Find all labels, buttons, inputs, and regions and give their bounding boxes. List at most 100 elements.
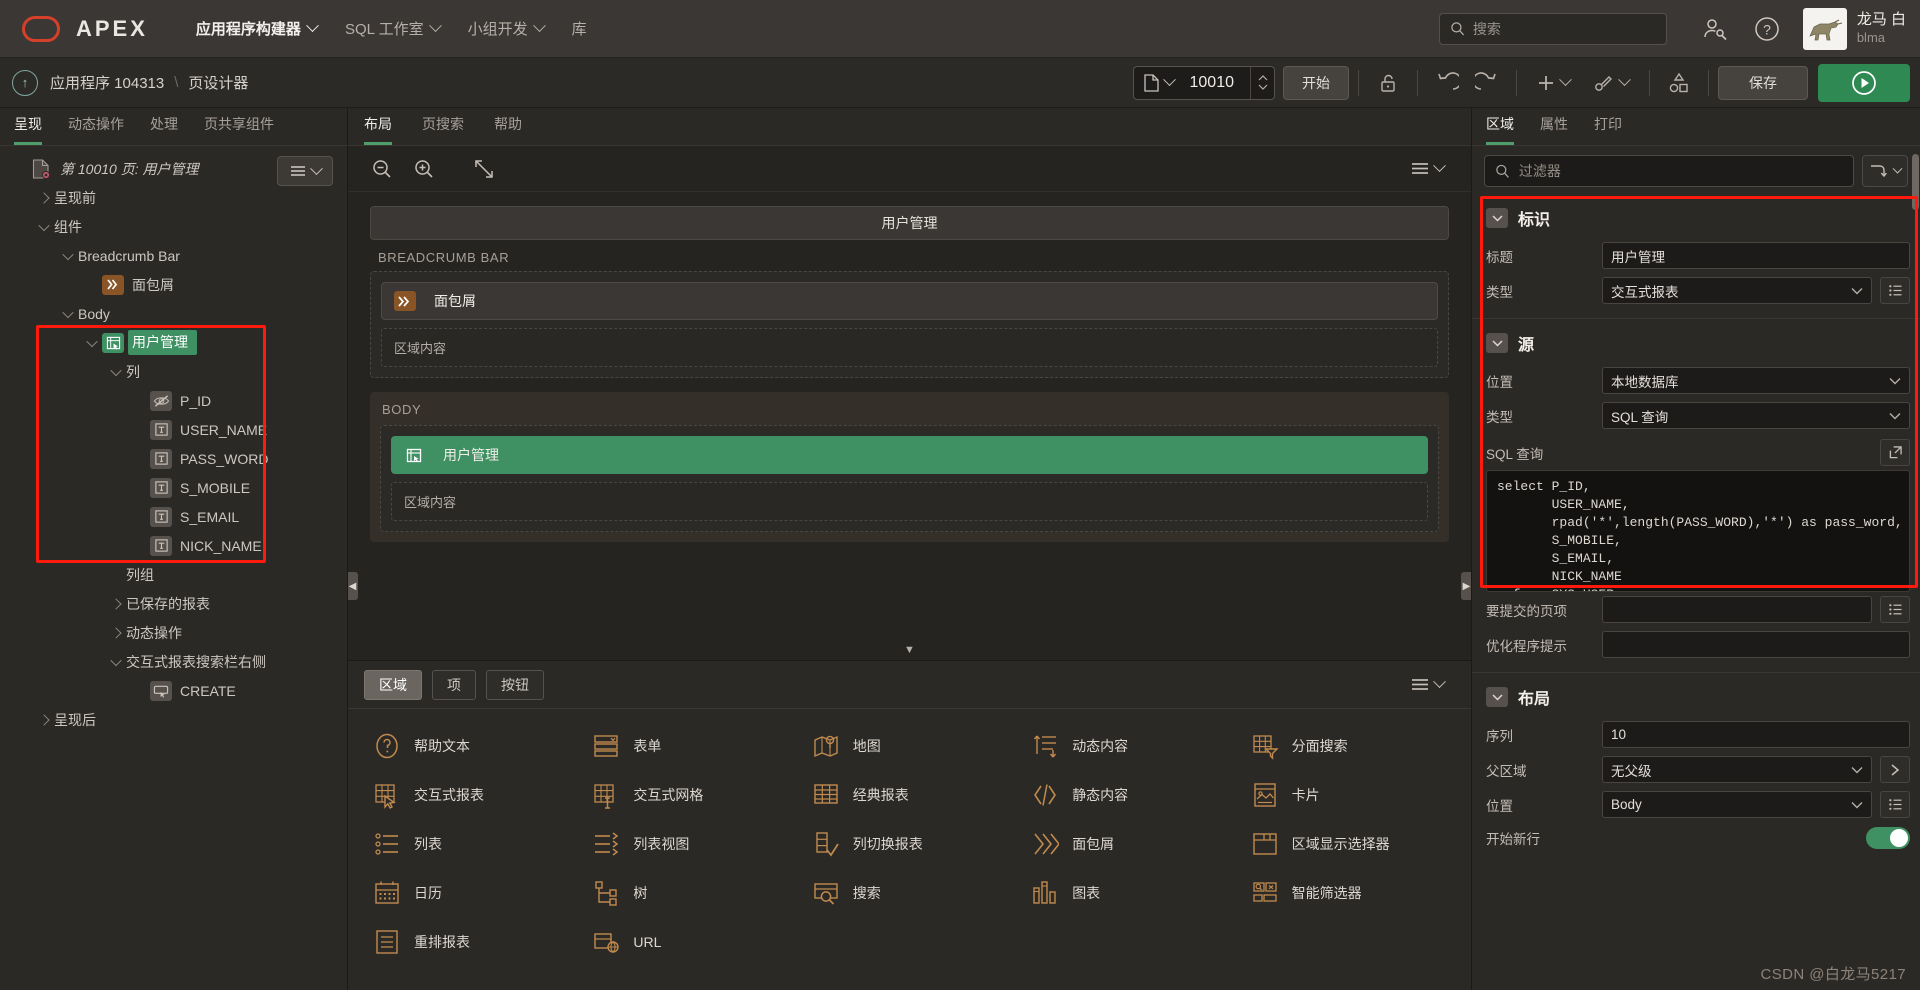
gallery-item[interactable]: 区域显示选择器 <box>1242 819 1455 868</box>
page-number-stepper[interactable] <box>1250 66 1274 99</box>
start-button[interactable]: 开始 <box>1283 65 1349 100</box>
gallery-item[interactable]: 交互式网格 <box>583 770 796 819</box>
run-button[interactable] <box>1818 63 1910 102</box>
breadcrumb-application[interactable]: 应用程序 104313 <box>50 72 164 93</box>
tree-item[interactable]: 动态操作 <box>0 618 347 647</box>
tab-region[interactable]: 区域 <box>1486 114 1514 145</box>
tree-toggle-open-icon[interactable] <box>34 223 54 231</box>
undo-icon[interactable] <box>1427 65 1467 101</box>
gallery-item[interactable]: 动态内容 <box>1022 721 1235 770</box>
property-filter-input[interactable] <box>1518 163 1843 179</box>
tab-help[interactable]: 帮助 <box>494 114 522 145</box>
tree-toggle-open-icon[interactable] <box>106 658 126 666</box>
gallery-item[interactable]: 列表视图 <box>583 819 796 868</box>
gallery-item[interactable]: 列表 <box>364 819 577 868</box>
gallery-tab-items[interactable]: 项 <box>432 669 476 700</box>
tree-item[interactable]: S_MOBILE <box>0 473 347 502</box>
gallery-menu-button[interactable] <box>1399 669 1455 701</box>
gallery-item[interactable]: 帮助文本 <box>364 721 577 770</box>
property-goto-button[interactable] <box>1880 756 1910 783</box>
nav-item-app-builder[interactable]: 应用程序构建器 <box>182 10 331 47</box>
tree-item[interactable]: 已保存的报表 <box>0 589 347 618</box>
tree-item[interactable]: 面包屑 <box>0 270 347 299</box>
breadcrumb-page-designer[interactable]: 页设计器 <box>188 72 248 93</box>
tree-item[interactable]: NICK_NAME <box>0 531 347 560</box>
tree-toggle-open-icon[interactable] <box>58 252 78 260</box>
gallery-item[interactable]: 卡片 <box>1242 770 1455 819</box>
tab-print[interactable]: 打印 <box>1594 114 1622 145</box>
gallery-item[interactable]: 地图 <box>803 721 1016 770</box>
page-icon-dropdown[interactable] <box>1134 67 1184 99</box>
property-list[interactable]: 标识 标题 用户管理 类型 交互式报表源位置 本地数据库 类型 SQL 查询 SQL 查询 sel… <box>1472 196 1920 990</box>
collapse-left-handle[interactable]: ◀ <box>348 572 358 600</box>
gallery-item[interactable]: 经典报表 <box>803 770 1016 819</box>
layout-canvas[interactable]: 用户管理 BREADCRUMB BAR 面包屑 区域内容 BODY 用户管理 区… <box>348 192 1471 660</box>
gallery-item[interactable]: 列切换报表 <box>803 819 1016 868</box>
property-section-header[interactable]: 标识 <box>1472 196 1920 238</box>
user-menu[interactable]: 龙马 白 blma <box>1802 7 1906 50</box>
gallery-item[interactable]: 静态内容 <box>1022 770 1235 819</box>
page-component-tree[interactable]: 第 10010 页: 用户管理 呈现前 组件 Breadcrumb Bar 面包屑 Bod… <box>0 146 347 990</box>
collapse-right-handle[interactable]: ▶ <box>1461 572 1471 600</box>
gallery-item[interactable]: URL <box>583 917 796 966</box>
section-collapse-icon[interactable] <box>1486 333 1508 353</box>
property-list-picker-button[interactable] <box>1880 791 1910 818</box>
utilities-icon[interactable] <box>1580 65 1640 101</box>
gallery-item-grid[interactable]: 帮助文本 表单 地图 动态内容 分面搜索 交互式报表 交互式网格 经典报表 静态内容 卡片 列表 列表… <box>348 709 1471 990</box>
tree-item[interactable]: 呈现前 <box>0 183 347 212</box>
property-section-header[interactable]: 源 <box>1472 321 1920 363</box>
gallery-item[interactable]: 表单 <box>583 721 796 770</box>
property-value-select[interactable]: 无父级 <box>1602 756 1872 783</box>
property-value-select[interactable]: 交互式报表 <box>1602 277 1872 304</box>
tree-toggle-open-icon[interactable] <box>82 339 102 347</box>
help-icon[interactable]: ? <box>1750 12 1784 46</box>
gallery-item[interactable]: 日历 <box>364 868 577 917</box>
property-value-input[interactable]: 10 <box>1602 721 1910 748</box>
canvas-body-grid[interactable]: 用户管理 区域内容 <box>380 425 1439 532</box>
tree-item[interactable]: 列 <box>0 357 347 386</box>
add-icon[interactable] <box>1526 65 1580 101</box>
property-section-header[interactable]: 布局 <box>1472 675 1920 717</box>
gallery-item[interactable]: 图表 <box>1022 868 1235 917</box>
tree-item[interactable]: 组件 <box>0 212 347 241</box>
start-new-row-toggle[interactable] <box>1866 827 1910 849</box>
navigate-up-icon[interactable]: ↑ <box>12 69 38 96</box>
redo-icon[interactable] <box>1467 65 1507 101</box>
property-filter[interactable] <box>1484 155 1854 187</box>
gallery-item[interactable]: 智能筛选器 <box>1242 868 1455 917</box>
tree-item[interactable]: 用户管理 <box>0 328 347 357</box>
property-value-select[interactable]: 本地数据库 <box>1602 367 1910 394</box>
nav-item-team-development[interactable]: 小组开发 <box>454 10 558 47</box>
global-search[interactable] <box>1438 12 1667 45</box>
property-value-input[interactable]: 用户管理 <box>1602 242 1910 269</box>
shapes-icon[interactable] <box>1659 65 1699 101</box>
tab-rendering[interactable]: 呈现 <box>14 114 42 145</box>
zoom-in-icon[interactable] <box>406 153 442 185</box>
tree-toggle-closed-icon[interactable] <box>106 600 126 608</box>
gallery-item[interactable]: 重排报表 <box>364 917 577 966</box>
tree-item[interactable]: Breadcrumb Bar <box>0 241 347 270</box>
property-value-input[interactable] <box>1602 596 1872 623</box>
tab-processing[interactable]: 处理 <box>150 114 178 145</box>
sql-query-editor[interactable]: select P_ID, USER_NAME, rpad('*',length(… <box>1486 470 1910 592</box>
page-selector[interactable]: 10010 <box>1132 65 1275 100</box>
tree-item[interactable]: P_ID <box>0 386 347 415</box>
tree-item[interactable]: USER_NAME <box>0 415 347 444</box>
user-settings-icon[interactable] <box>1698 12 1732 46</box>
layout-menu-button[interactable] <box>1399 153 1455 185</box>
tree-item[interactable]: S_EMAIL <box>0 502 347 531</box>
property-value-select[interactable]: SQL 查询 <box>1602 402 1910 429</box>
tree-item[interactable]: 列组 <box>0 560 347 589</box>
tab-layout[interactable]: 布局 <box>364 114 392 145</box>
property-list-picker-button[interactable] <box>1880 596 1910 623</box>
tree-toggle-open-icon[interactable] <box>58 310 78 318</box>
gallery-item[interactable]: 搜索 <box>803 868 1016 917</box>
canvas-breadcrumb-grid[interactable]: 面包屑 区域内容 <box>370 271 1449 378</box>
property-list-picker-button[interactable] <box>1880 277 1910 304</box>
tree-toggle-closed-icon[interactable] <box>34 194 54 202</box>
tree-toggle-closed-icon[interactable] <box>106 629 126 637</box>
tree-toggle-closed-icon[interactable] <box>34 716 54 724</box>
tree-item[interactable]: 交互式报表搜索栏右侧 <box>0 647 347 676</box>
tree-toggle-open-icon[interactable] <box>106 368 126 376</box>
expand-editor-icon[interactable] <box>1880 439 1910 466</box>
